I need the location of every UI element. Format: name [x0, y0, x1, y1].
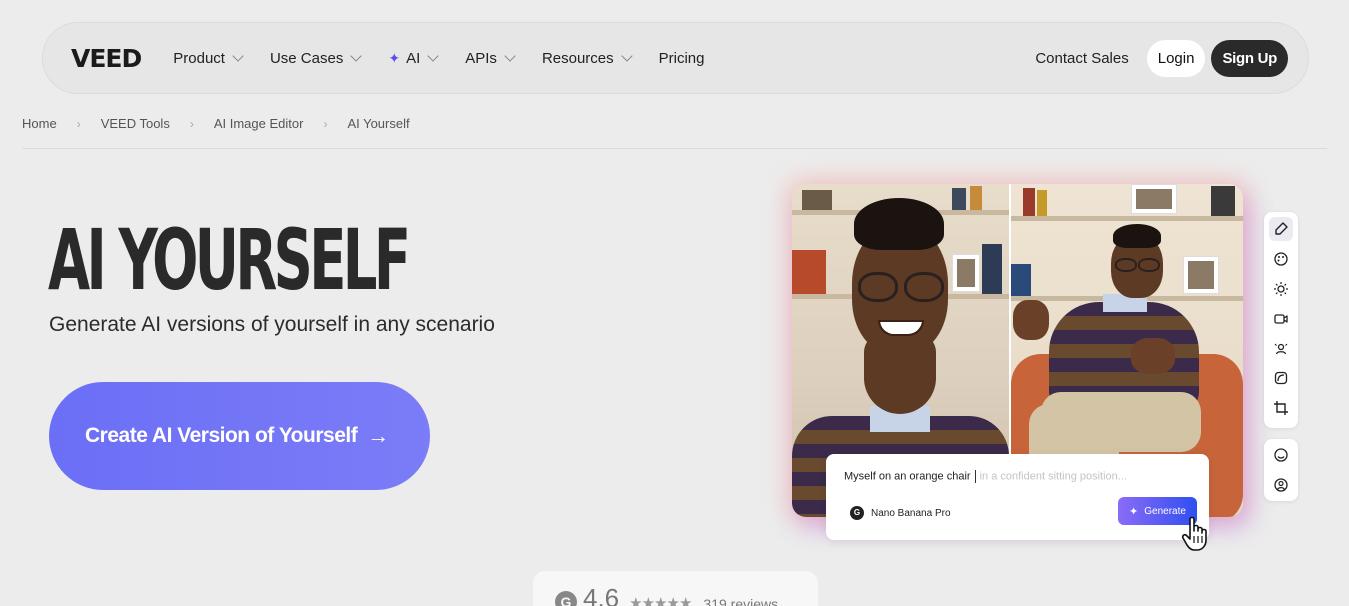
prompt-value: Myself on an orange chair — [844, 470, 971, 483]
brush-icon[interactable] — [1269, 217, 1293, 241]
shelf — [1011, 216, 1243, 221]
model-selector[interactable]: G Nano Banana Pro — [850, 506, 951, 520]
book — [1023, 188, 1035, 216]
crop-icon[interactable] — [1273, 400, 1289, 416]
google-icon: G — [850, 506, 864, 520]
breadcrumb-separator-icon: › — [189, 116, 194, 131]
layers-icon[interactable] — [1273, 370, 1289, 386]
breadcrumb-ai-yourself: AI Yourself — [347, 116, 410, 131]
nav-use-cases[interactable]: Use Cases — [269, 49, 362, 67]
breadcrumb-veed-tools[interactable]: VEED Tools — [101, 116, 170, 131]
book — [982, 244, 1002, 294]
user-circle-icon[interactable] — [1273, 477, 1289, 493]
breadcrumb: Home › VEED Tools › AI Image Editor › AI… — [22, 116, 410, 131]
book — [1037, 190, 1047, 216]
prompt-card: Myself on an orange chair in a confident … — [826, 454, 1209, 540]
page-title: AI YOURSELF — [48, 211, 411, 309]
sparkle-icon: ✦ — [388, 49, 401, 66]
cta-label: Create AI Version of Yourself — [85, 424, 358, 447]
rating-stars: ★★★★★ — [629, 595, 692, 606]
video-icon[interactable] — [1273, 311, 1289, 327]
nav-product-label: Product — [173, 49, 225, 67]
picture-frame — [952, 254, 980, 292]
nav-apis-label: APIs — [465, 49, 497, 67]
nav-resources[interactable]: Resources — [541, 49, 633, 67]
login-button[interactable]: Login — [1146, 39, 1206, 77]
nav-use-cases-label: Use Cases — [269, 49, 344, 67]
prompt-input[interactable]: Myself on an orange chair in a confident … — [844, 470, 1127, 483]
person-icon[interactable] — [1273, 341, 1289, 357]
signup-button[interactable]: Sign Up — [1211, 39, 1288, 77]
chevron-down-icon — [427, 50, 439, 62]
review-count[interactable]: 319 reviews — [703, 596, 778, 606]
rating-score: 4.6 — [583, 583, 620, 606]
text-caret — [974, 470, 976, 483]
arrow-right-icon: → — [367, 423, 389, 448]
chevron-down-icon — [350, 50, 362, 62]
hair — [1113, 224, 1161, 248]
book — [1011, 264, 1031, 296]
chin — [864, 334, 936, 414]
page-subtitle: Generate AI versions of yourself in any … — [49, 313, 495, 336]
pointer-hand-icon — [1181, 516, 1207, 551]
chevron-down-icon — [232, 50, 244, 62]
editing-toolbar — [1264, 212, 1298, 428]
chevron-down-icon — [620, 50, 633, 62]
g2-icon: G — [555, 591, 577, 606]
glasses — [858, 272, 898, 302]
glasses — [1138, 258, 1160, 272]
palette-icon[interactable] — [1273, 251, 1289, 267]
book — [802, 190, 832, 210]
hand — [1131, 338, 1175, 374]
nav-ai-label: AI — [406, 49, 421, 67]
chevron-down-icon — [504, 50, 516, 62]
sparkle-icon: ✦ — [1129, 505, 1139, 518]
breadcrumb-home[interactable]: Home — [22, 116, 57, 131]
hand — [1013, 300, 1049, 340]
book — [1211, 186, 1235, 216]
nav-apis[interactable]: APIs — [465, 49, 516, 67]
hair — [854, 198, 944, 250]
picture-frame — [1131, 184, 1177, 214]
top-navbar: VEED Product Use Cases ✦ AI APIs Resource… — [42, 22, 1309, 94]
book — [952, 188, 966, 210]
nav-resources-label: Resources — [541, 49, 614, 67]
contact-sales-link[interactable]: Contact Sales — [1035, 50, 1128, 67]
nav-pricing[interactable]: Pricing — [659, 50, 705, 67]
breadcrumb-divider — [22, 148, 1327, 149]
model-label: Nano Banana Pro — [871, 507, 951, 519]
create-ai-version-button[interactable]: Create AI Version of Yourself → — [49, 382, 430, 490]
veed-logo[interactable]: VEED — [71, 44, 142, 73]
secondary-toolbar — [1264, 439, 1298, 501]
breadcrumb-ai-image-editor[interactable]: AI Image Editor — [214, 116, 304, 131]
glasses — [904, 272, 944, 302]
book — [792, 250, 826, 294]
picture-frame — [1183, 256, 1219, 294]
sun-icon[interactable] — [1273, 281, 1289, 297]
glasses — [1115, 258, 1137, 272]
rating-badge: G 4.6 ★★★★★ 319 reviews — [533, 571, 818, 606]
nav-pricing-label: Pricing — [658, 49, 705, 67]
breadcrumb-separator-icon: › — [323, 116, 328, 131]
smile-icon[interactable] — [1273, 447, 1289, 463]
generate-label: Generate — [1144, 505, 1186, 517]
nav-actions: Contact Sales Login Sign Up — [1035, 39, 1288, 77]
nav-product[interactable]: Product — [173, 49, 244, 67]
nav-ai[interactable]: ✦ AI — [388, 49, 439, 67]
breadcrumb-separator-icon: › — [76, 116, 81, 131]
book — [970, 186, 982, 210]
prompt-placeholder: in a confident sitting position... — [979, 470, 1127, 483]
